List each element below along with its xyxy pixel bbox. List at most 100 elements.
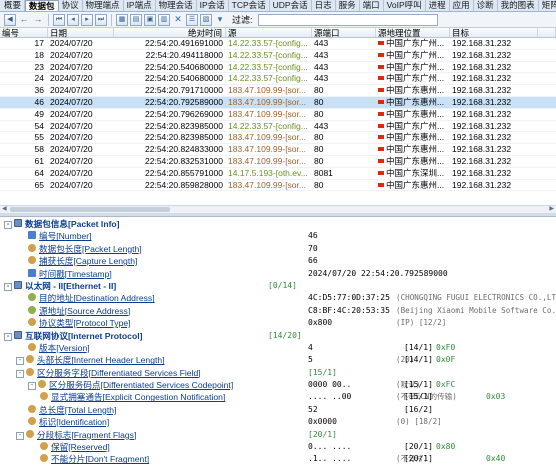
collapse-toggle-icon[interactable]: - (16, 357, 24, 366)
list-icon[interactable]: ☰ (186, 13, 198, 26)
back-icon[interactable]: ◀ (4, 13, 16, 26)
column-header-source-geo[interactable]: 源地理位置 (376, 28, 450, 37)
tab-13[interactable]: 进程 (426, 0, 450, 11)
tree-field[interactable]: - 分段标志[Fragment Flags] [20/1] (0, 429, 556, 441)
packet-row[interactable]: 36 2024/07/20 22:54:20.791710000 183.47.109… (0, 85, 556, 97)
tree-field[interactable]: 目的地址[Destination Address] 4C:D5:77:0D:37:… (0, 292, 556, 304)
export-icon[interactable]: ▥ (158, 13, 170, 26)
packet-row[interactable]: 46 2024/07/20 22:54:20.792589000 183.47.109… (0, 96, 556, 109)
tree-field[interactable]: 总长度[Total Length] 52 [16/2] (0, 404, 556, 416)
tab-9[interactable]: 日志 (312, 0, 336, 11)
tree-field[interactable]: 显式拥塞通告[Explicit Congestion Notification]… (0, 391, 556, 403)
china-flag-icon (378, 158, 384, 163)
column-header-source-port[interactable]: 源端口 (312, 28, 376, 37)
scroll-right-icon[interactable]: ▶ (549, 206, 554, 213)
packet-rows: 17 2024/07/20 22:54:20.491691000 14.22.33.5… (0, 38, 556, 192)
packet-number: 49 (34, 108, 44, 119)
collapse-toggle-icon[interactable]: - (4, 332, 12, 341)
tab-0[interactable]: 概要 (0, 0, 26, 11)
collapse-toggle-icon[interactable]: - (16, 369, 24, 378)
filter-icon[interactable]: ✕ (172, 14, 184, 26)
dropdown-arrow-icon[interactable]: ▾ (214, 14, 226, 26)
packet-row[interactable]: 18 2024/07/20 22:54:20.494118000 14.22.33.5… (0, 50, 556, 62)
tab-17[interactable]: 矩阵 (539, 0, 556, 11)
tree-field[interactable]: 源地址[Source Address] C8:BF:4C:20:53:35 (Bei… (0, 305, 556, 317)
field-mask: 0x80 (436, 442, 456, 452)
packet-date: 2024/07/20 (50, 155, 93, 166)
next-page-icon[interactable]: ▸ (81, 13, 93, 26)
packet-table: 编号 日期 绝对时间 源 源端口 源地理位置 目标 17 2024/07/20 22… (0, 28, 556, 204)
column-header-destination[interactable]: 目标 (450, 28, 538, 37)
packet-row[interactable]: 49 2024/07/20 22:54:20.796269000 183.47.109… (0, 109, 556, 121)
field-icon (28, 404, 36, 413)
packet-row[interactable]: 55 2024/07/20 22:54:20.823985000 183.47.109… (0, 132, 556, 145)
tree-section[interactable]: - 以太网 - II[Ethernet - II] [0/14] (0, 280, 556, 292)
packet-number: 55 (34, 132, 44, 143)
tab-1[interactable]: 数据包 (25, 0, 59, 11)
tab-16[interactable]: 我的图表 (498, 0, 539, 11)
grid-view-icon[interactable]: ▦ (116, 13, 128, 26)
tree-field[interactable]: - 区分服务字段[Differentiated Services Field] [1… (0, 367, 556, 379)
collapse-toggle-icon[interactable]: - (16, 431, 24, 440)
field-icon (28, 243, 36, 252)
tab-15[interactable]: 诊断 (474, 0, 498, 11)
tree-field[interactable]: 数据包长度[Packet Length] 70 (0, 243, 556, 255)
arrow-right-icon[interactable]: → (32, 14, 44, 26)
column-header-source[interactable]: 源 (226, 28, 312, 37)
tab-5[interactable]: 物理会话 (156, 0, 197, 11)
arrow-left-icon[interactable]: ← (18, 14, 30, 26)
tree-field[interactable]: 协议类型[Protocol Type] 0x800 (IP) [12/2] (0, 317, 556, 329)
collapse-toggle-icon[interactable]: - (4, 221, 12, 229)
tab-10[interactable]: 服务 (336, 0, 360, 11)
decode-icon[interactable]: ▤ (130, 13, 142, 26)
packet-source-geo: 中国广东惠州... (376, 132, 450, 143)
tree-field[interactable]: - 区分服务码点[Differentiated Services Codepoin… (0, 379, 556, 391)
packet-row[interactable]: 17 2024/07/20 22:54:20.491691000 14.22.33.5… (0, 38, 556, 50)
tab-7[interactable]: TCP会话 (229, 0, 270, 11)
packet-row[interactable]: 23 2024/07/20 22:54:20.540680000 14.22.33.5… (0, 62, 556, 74)
packet-row[interactable]: 24 2024/07/20 22:54:20.540680000 14.22.33.5… (0, 73, 556, 86)
filter-input[interactable] (257, 13, 438, 26)
tab-3[interactable]: 物理端点 (83, 0, 124, 11)
tree-field[interactable]: - 头部长度[Internet Header Length] 5 (20) [14/1]… (0, 354, 556, 366)
tree-field[interactable]: 标识[Identification] 0x0000 (0) [18/2] (0, 416, 556, 428)
tree-field[interactable]: 编号[Number] 46 (0, 230, 556, 242)
column-header-absolute-time[interactable]: 绝对时间 (114, 28, 226, 37)
first-page-icon[interactable]: ⏮ (53, 13, 65, 26)
column-header-date[interactable]: 日期 (48, 28, 114, 37)
tab-14[interactable]: 应用 (450, 0, 474, 11)
horizontal-scrollbar[interactable]: ◀ ▶ (0, 205, 556, 213)
packet-row[interactable]: 54 2024/07/20 22:54:20.823985000 14.22.33.5… (0, 121, 556, 133)
tab-8[interactable]: UDP会话 (270, 0, 312, 11)
tab-11[interactable]: 端口 (360, 0, 384, 11)
save-icon[interactable]: ▣ (144, 13, 156, 26)
tree-field[interactable]: 版本[Version] 4 [14/1] 0xF0 (0, 342, 556, 354)
scroll-left-icon[interactable]: ◀ (2, 206, 7, 213)
packet-row[interactable]: 61 2024/07/20 22:54:20.832531000 183.47.109… (0, 156, 556, 168)
tree-section[interactable]: - 互联网协议[Internet Protocol] [14/20] (0, 330, 556, 342)
packet-detail-tree: - 数据包信息[Packet Info] 编号[Number] 46 数据包长度[Pac… (0, 218, 556, 466)
pane-splitter[interactable] (0, 213, 556, 217)
tab-6[interactable]: IP会话 (197, 0, 229, 11)
collapse-toggle-icon[interactable]: - (28, 382, 36, 391)
tree-field[interactable]: 保留[Reserved] 0... .... [20/1] 0x80 (0, 441, 556, 453)
collapse-toggle-icon[interactable]: - (4, 282, 12, 291)
tree-field[interactable]: 捕获长度[Capture Length] 66 (0, 255, 556, 267)
scrollbar-thumb[interactable] (10, 207, 170, 212)
packet-row[interactable]: 58 2024/07/20 22:54:20.824833000 183.47.109… (0, 144, 556, 156)
tree-field[interactable]: 时间戳[Timestamp] 2024/07/20 22:54:20.792589… (0, 268, 556, 280)
tab-2[interactable]: 协议 (59, 0, 83, 11)
tree-section[interactable]: - 数据包信息[Packet Info] (0, 218, 556, 230)
prev-page-icon[interactable]: ◂ (67, 13, 79, 26)
tree-field[interactable]: 不能分片[Don't Fragment] .1.. .... (不分片) [20/1]… (0, 453, 556, 465)
color-icon[interactable]: ▧ (200, 13, 212, 26)
packet-destination: 192.168.31.232 (452, 49, 512, 60)
column-header-number[interactable]: 编号 (0, 28, 48, 37)
last-page-icon[interactable]: ⏭ (95, 13, 107, 26)
tab-12[interactable]: VoIP呼叫 (384, 0, 426, 11)
tab-4[interactable]: IP端点 (124, 0, 156, 11)
field-value: 46 (308, 231, 318, 241)
field-mask: 0xFC (436, 380, 456, 390)
packet-row[interactable]: 65 2024/07/20 22:54:20.859828000 183.47.109… (0, 180, 556, 192)
packet-row[interactable]: 64 2024/07/20 22:54:20.855791000 14.17.5.19… (0, 168, 556, 180)
